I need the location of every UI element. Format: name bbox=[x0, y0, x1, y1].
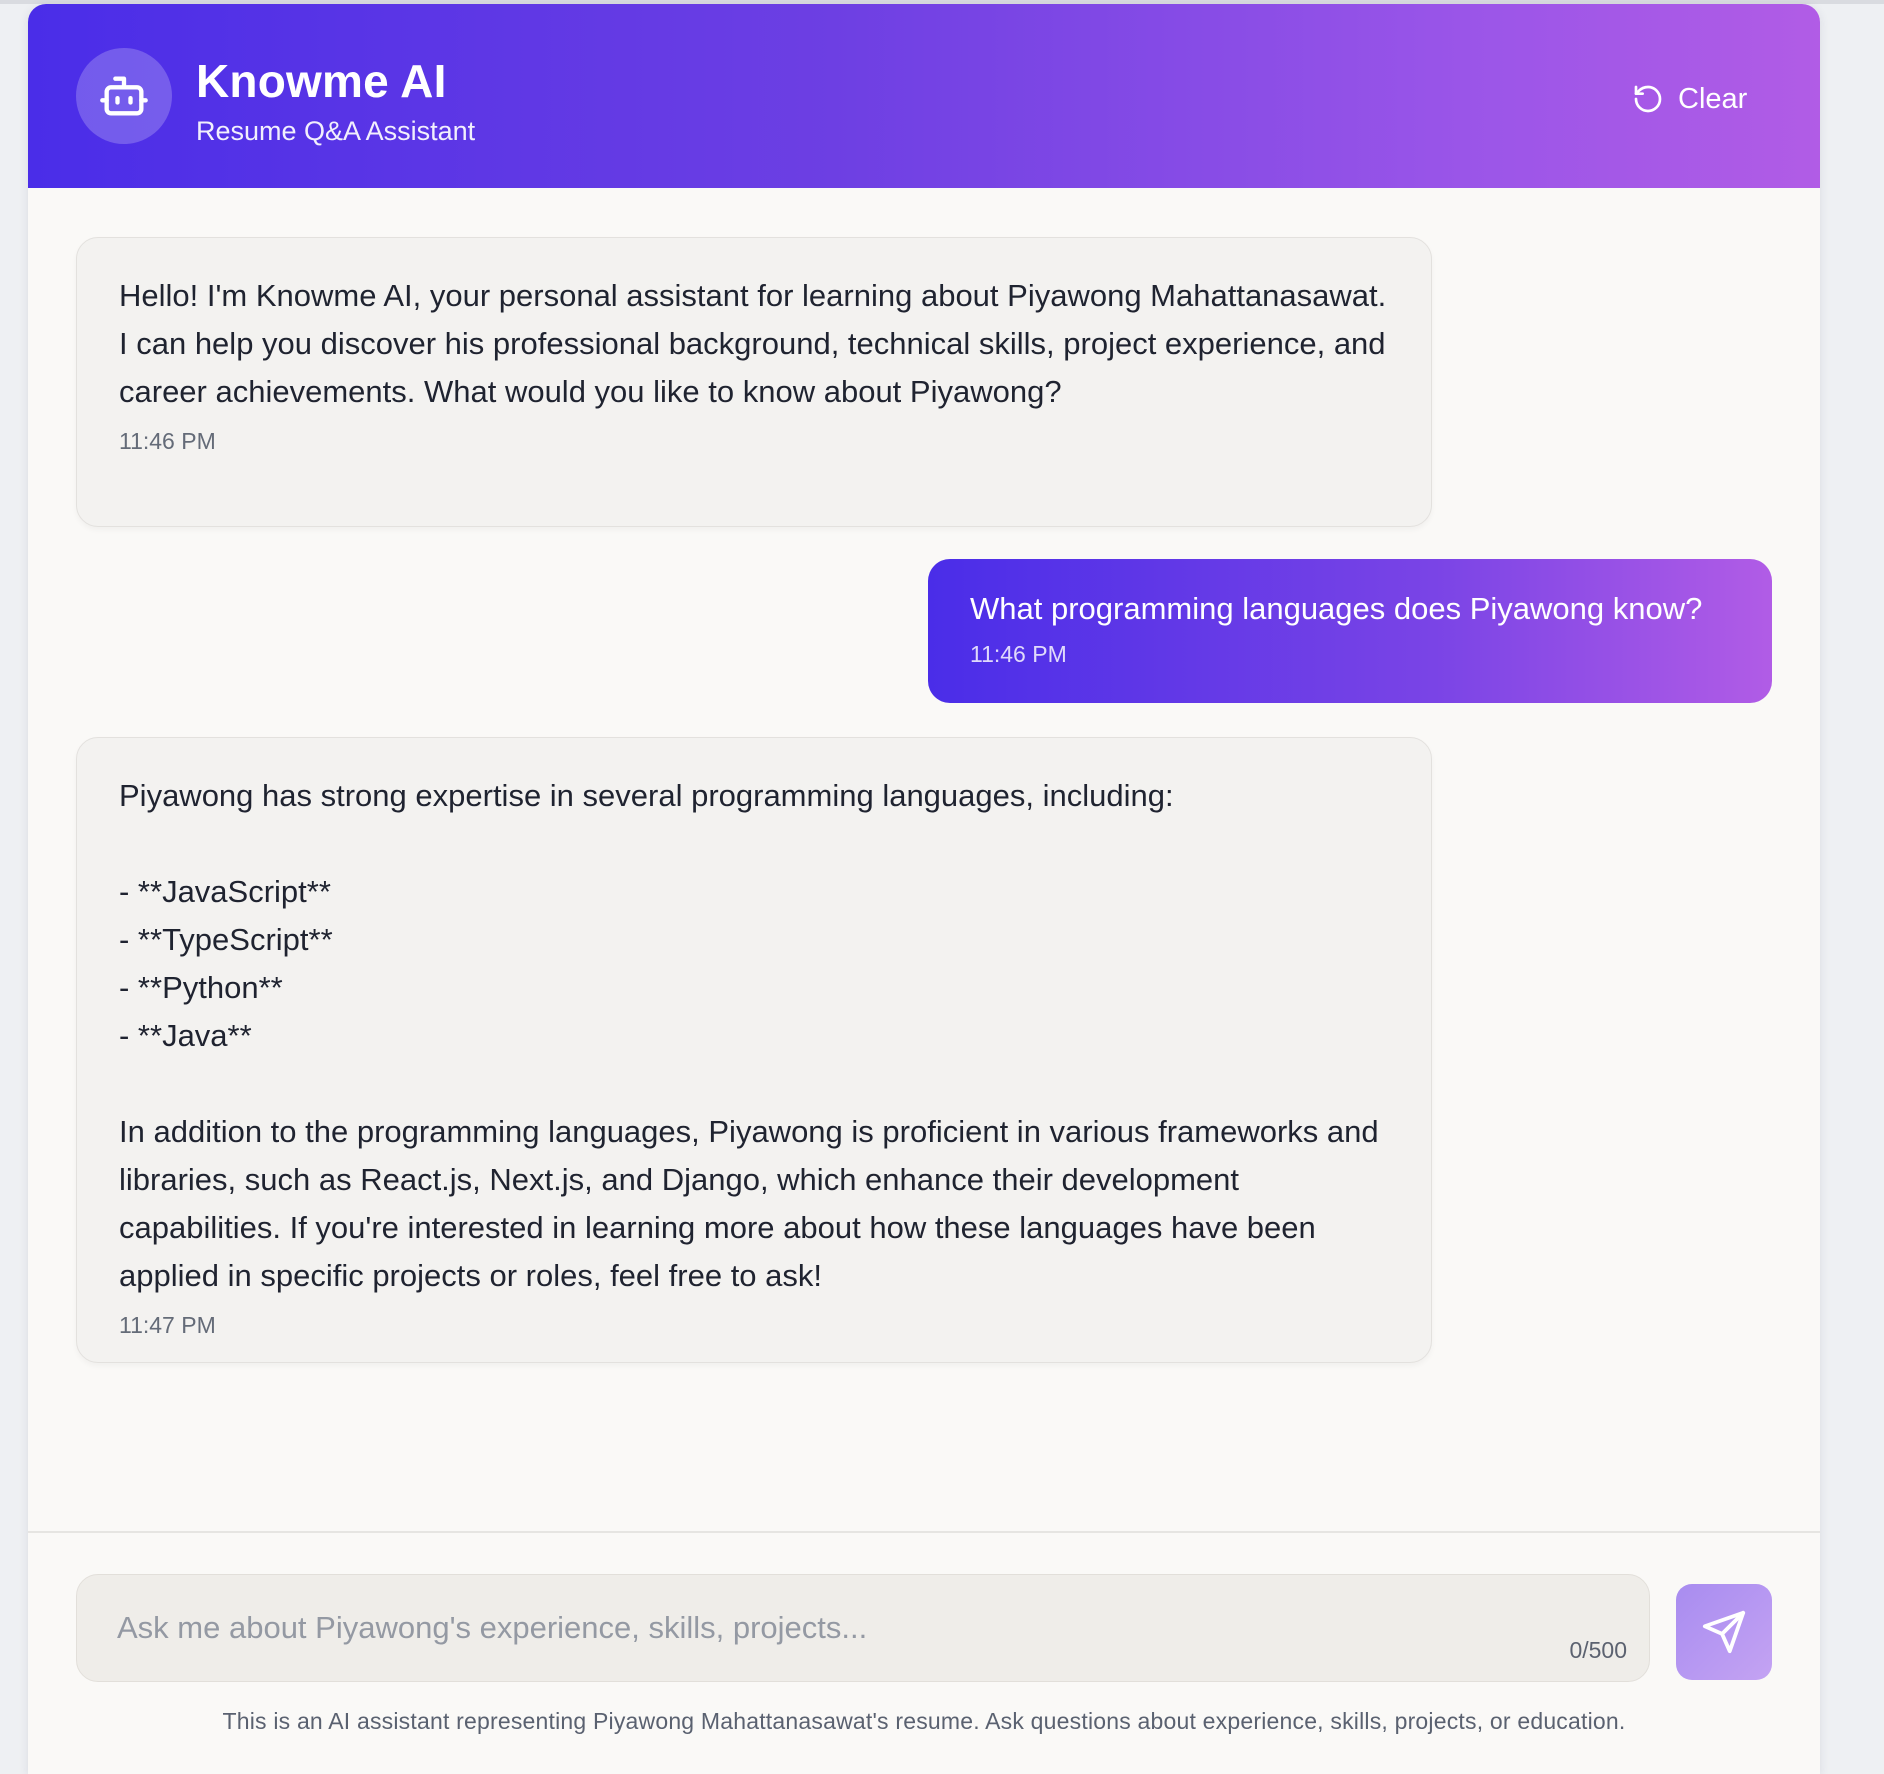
send-button[interactable] bbox=[1676, 1584, 1772, 1680]
message-timestamp: 11:46 PM bbox=[970, 641, 1067, 667]
message-timestamp: 11:47 PM bbox=[119, 1312, 216, 1338]
message-input[interactable] bbox=[117, 1601, 1477, 1655]
character-counter: 0/500 bbox=[1569, 1637, 1627, 1663]
chat-header: Knowme AI Resume Q&A Assistant Clear bbox=[28, 4, 1820, 188]
message-input-container: 0/500 bbox=[76, 1574, 1650, 1682]
assistant-message: Piyawong has strong expertise in several… bbox=[76, 737, 1432, 1363]
disclaimer-text: This is an AI assistant representing Piy… bbox=[222, 1708, 1626, 1734]
clear-button-label: Clear bbox=[1678, 82, 1748, 115]
composer-divider bbox=[28, 1531, 1820, 1533]
message-text: Piyawong has strong expertise in several… bbox=[119, 778, 1379, 1293]
assistant-message: Hello! I'm Knowme AI, your personal assi… bbox=[76, 237, 1432, 527]
send-icon bbox=[1702, 1610, 1746, 1654]
refresh-icon bbox=[1634, 85, 1662, 113]
message-text: What programming languages does Piyawong… bbox=[970, 591, 1703, 626]
message-timestamp: 11:46 PM bbox=[119, 428, 216, 454]
app-title: Knowme AI bbox=[196, 55, 447, 107]
avatar bbox=[76, 48, 172, 144]
user-message: What programming languages does Piyawong… bbox=[928, 559, 1772, 703]
clear-button[interactable]: Clear bbox=[1620, 74, 1759, 124]
message-text: Hello! I'm Knowme AI, your personal assi… bbox=[119, 278, 1395, 409]
app-subtitle: Resume Q&A Assistant bbox=[196, 116, 476, 146]
robot-icon bbox=[100, 76, 148, 116]
chat-app: Knowme AI Resume Q&A Assistant Clear Hel… bbox=[28, 4, 1820, 1774]
